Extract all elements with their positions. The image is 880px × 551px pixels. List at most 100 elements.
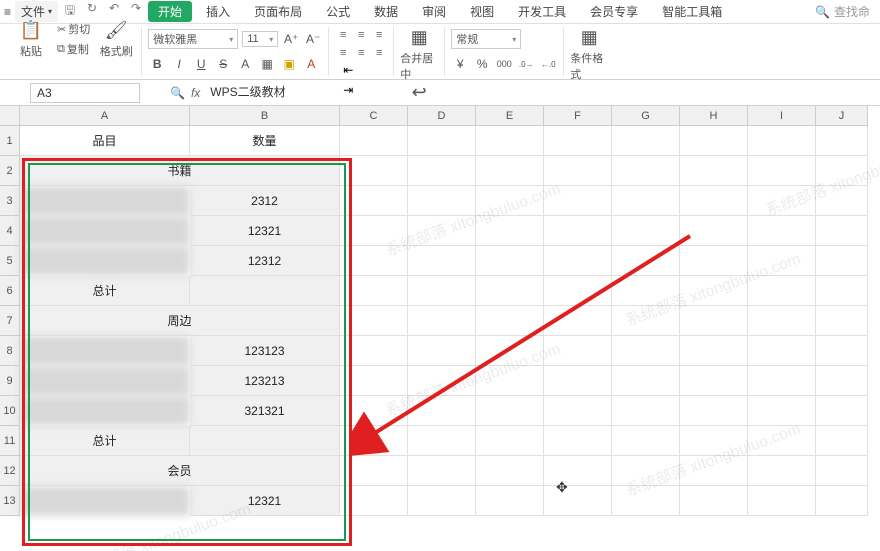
fill-color-button[interactable]: ▣ xyxy=(280,55,298,73)
fx-label[interactable]: fx xyxy=(191,86,200,100)
row-header-5[interactable]: 5 xyxy=(0,246,20,276)
percent-button[interactable]: % xyxy=(473,55,491,73)
cell-F7[interactable] xyxy=(544,306,612,336)
cell-I4[interactable] xyxy=(748,216,816,246)
cell-G2[interactable] xyxy=(612,156,680,186)
cell-J8[interactable] xyxy=(816,336,868,366)
tab-smart-tools[interactable]: 智能工具箱 xyxy=(652,1,732,22)
cell-E8[interactable] xyxy=(476,336,544,366)
cell-B9[interactable]: 123213 xyxy=(190,366,340,396)
cell-D6[interactable] xyxy=(408,276,476,306)
cell-E4[interactable] xyxy=(476,216,544,246)
align-top-left[interactable]: ≡ xyxy=(335,27,351,43)
cell-F4[interactable] xyxy=(544,216,612,246)
cell-B3[interactable]: 2312 xyxy=(190,186,340,216)
cell-B1[interactable]: 数量 xyxy=(190,126,340,156)
cell-A5[interactable]: ████ xyxy=(20,246,190,276)
cell-G6[interactable] xyxy=(612,276,680,306)
cell-B4[interactable]: 12321 xyxy=(190,216,340,246)
row-header-6[interactable]: 6 xyxy=(0,276,20,306)
cell-I11[interactable] xyxy=(748,426,816,456)
search-fn-icon[interactable]: 🔍 xyxy=(170,86,185,100)
cell-I6[interactable] xyxy=(748,276,816,306)
font-shrink-button[interactable]: A⁻ xyxy=(304,30,322,48)
cell-B11[interactable] xyxy=(190,426,340,456)
cell-D12[interactable] xyxy=(408,456,476,486)
cell-H2[interactable] xyxy=(680,156,748,186)
cell-G3[interactable] xyxy=(612,186,680,216)
cell-F9[interactable] xyxy=(544,366,612,396)
cell-J11[interactable] xyxy=(816,426,868,456)
tab-view[interactable]: 视图 xyxy=(460,1,504,22)
cell-J7[interactable] xyxy=(816,306,868,336)
cell-F10[interactable] xyxy=(544,396,612,426)
cell-C5[interactable] xyxy=(340,246,408,276)
decimal-increase-button[interactable]: .0→ xyxy=(517,55,535,73)
cell-F5[interactable] xyxy=(544,246,612,276)
thousands-button[interactable]: 000 xyxy=(495,55,513,73)
cell-A10[interactable]: ████ xyxy=(20,396,190,426)
cell-I7[interactable] xyxy=(748,306,816,336)
row-header-12[interactable]: 12 xyxy=(0,456,20,486)
cell-F1[interactable] xyxy=(544,126,612,156)
search-area[interactable]: 🔍 查找命 xyxy=(815,3,880,20)
cell-I3[interactable] xyxy=(748,186,816,216)
currency-button[interactable]: ¥ xyxy=(451,55,469,73)
cell-B13[interactable]: 12321 xyxy=(190,486,340,516)
cell-I8[interactable] xyxy=(748,336,816,366)
cell-J5[interactable] xyxy=(816,246,868,276)
row-header-10[interactable]: 10 xyxy=(0,396,20,426)
cell-I2[interactable] xyxy=(748,156,816,186)
cell-A8[interactable]: ████ xyxy=(20,336,190,366)
formula-input[interactable]: WPS二级教材 xyxy=(206,83,406,103)
column-header-E[interactable]: E xyxy=(476,106,544,126)
cell-C8[interactable] xyxy=(340,336,408,366)
font-color-button[interactable]: A xyxy=(302,55,320,73)
row-header-7[interactable]: 7 xyxy=(0,306,20,336)
cell-C1[interactable] xyxy=(340,126,408,156)
font-super-button[interactable]: A xyxy=(236,55,254,73)
column-header-F[interactable]: F xyxy=(544,106,612,126)
cell-G7[interactable] xyxy=(612,306,680,336)
cell-J12[interactable] xyxy=(816,456,868,486)
cell-A9[interactable]: ████ xyxy=(20,366,190,396)
row-header-3[interactable]: 3 xyxy=(0,186,20,216)
align-bottom-left[interactable]: ≡ xyxy=(335,45,351,61)
row-header-11[interactable]: 11 xyxy=(0,426,20,456)
cell-I9[interactable] xyxy=(748,366,816,396)
cell-H8[interactable] xyxy=(680,336,748,366)
cell-H9[interactable] xyxy=(680,366,748,396)
cell-F2[interactable] xyxy=(544,156,612,186)
cell-C2[interactable] xyxy=(340,156,408,186)
cell-A2[interactable]: 书籍 xyxy=(20,156,340,186)
cell-E9[interactable] xyxy=(476,366,544,396)
cell-C13[interactable] xyxy=(340,486,408,516)
tab-data[interactable]: 数据 xyxy=(364,1,408,22)
cell-E7[interactable] xyxy=(476,306,544,336)
cond-format-button[interactable]: ▦ 条件格式 xyxy=(570,27,608,82)
tab-review[interactable]: 审阅 xyxy=(412,1,456,22)
cell-A7[interactable]: 周边 xyxy=(20,306,340,336)
cell-J2[interactable] xyxy=(816,156,868,186)
cell-A3[interactable]: ████ xyxy=(20,186,190,216)
row-header-9[interactable]: 9 xyxy=(0,366,20,396)
cell-H13[interactable] xyxy=(680,486,748,516)
cell-C12[interactable] xyxy=(340,456,408,486)
cell-E5[interactable] xyxy=(476,246,544,276)
name-box[interactable]: A3 xyxy=(30,83,140,103)
tab-member[interactable]: 会员专享 xyxy=(580,1,648,22)
column-header-B[interactable]: B xyxy=(190,106,340,126)
merge-center-button[interactable]: ▦ 合并居中 xyxy=(400,27,438,82)
border-button[interactable]: ▦ xyxy=(258,55,276,73)
cell-F12[interactable] xyxy=(544,456,612,486)
cell-C4[interactable] xyxy=(340,216,408,246)
cell-D3[interactable] xyxy=(408,186,476,216)
format-painter-button[interactable]: 🖌 格式刷 xyxy=(97,20,135,59)
cell-B8[interactable]: 123123 xyxy=(190,336,340,366)
tab-start[interactable]: 开始 xyxy=(148,1,192,22)
align-top-center[interactable]: ≡ xyxy=(353,27,369,43)
cell-G9[interactable] xyxy=(612,366,680,396)
row-header-4[interactable]: 4 xyxy=(0,216,20,246)
cell-C7[interactable] xyxy=(340,306,408,336)
column-header-D[interactable]: D xyxy=(408,106,476,126)
